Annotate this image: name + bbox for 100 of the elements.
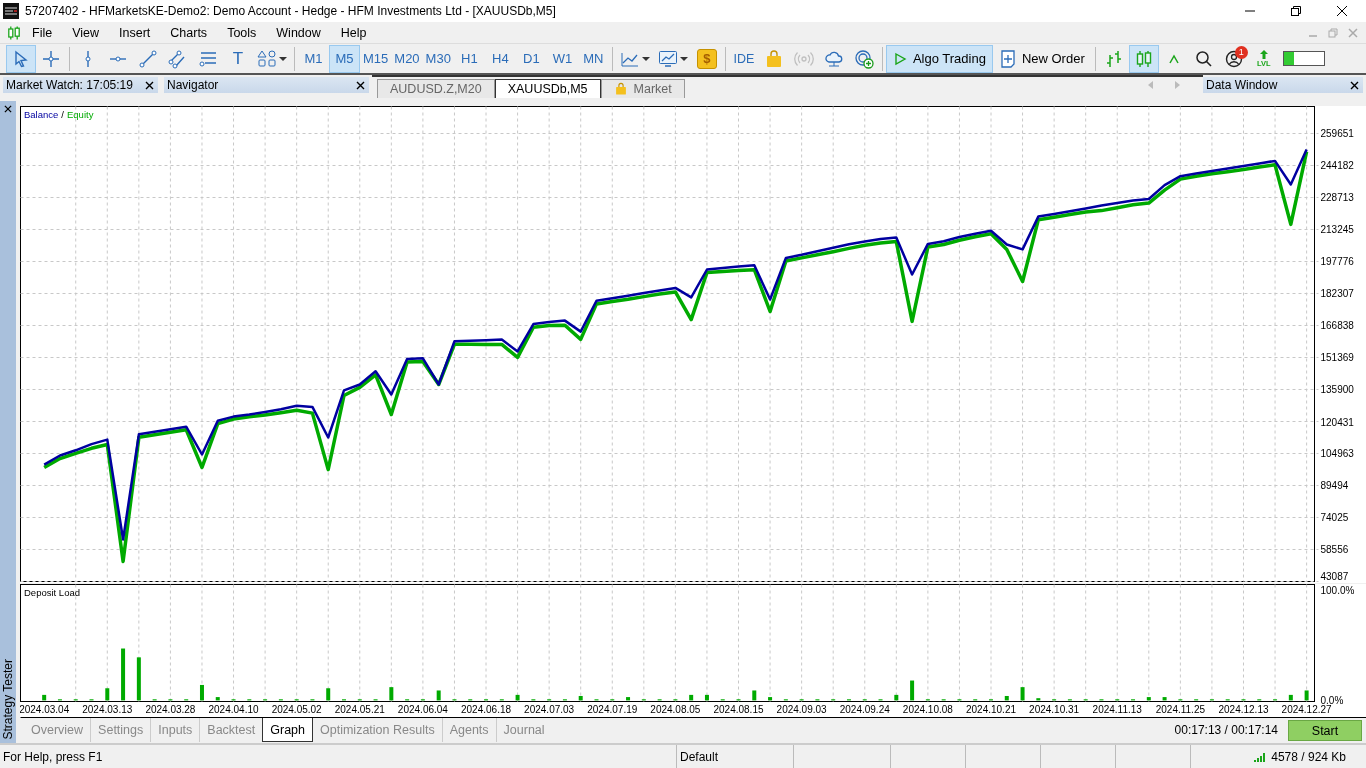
chart-tab[interactable]: XAUUSDb,M5 (494, 79, 601, 98)
load-bar (626, 697, 631, 701)
restore-icon[interactable] (1290, 5, 1302, 17)
axis-label: 135900 (1320, 384, 1354, 396)
horizontal-line-icon (110, 55, 126, 62)
monitor-chart-icon (657, 48, 678, 69)
axis-label: 89494 (1320, 480, 1349, 492)
load-bar (1020, 687, 1025, 701)
axis-label: 244182 (1320, 160, 1354, 172)
close-icon[interactable] (1336, 5, 1348, 17)
axis-label: 120431 (1320, 416, 1354, 428)
timeframe-button[interactable]: W1 (546, 44, 578, 73)
tester-tab[interactable]: Agents (441, 718, 496, 742)
chart-tab[interactable]: Market (600, 79, 685, 98)
axis-label: 182307 (1320, 288, 1354, 300)
tester-tab[interactable]: Settings (90, 718, 151, 742)
axis-label: 43087 (1320, 570, 1349, 582)
timeframe-button[interactable]: M5 (329, 44, 360, 73)
axis-label: 2024.04.10 (208, 703, 259, 715)
menu-item[interactable]: Charts (160, 25, 218, 40)
caret-icon (279, 54, 287, 63)
close-icon[interactable] (4, 105, 12, 113)
account-button[interactable]: 1 (1218, 44, 1249, 73)
timeframe-button[interactable]: M15 (360, 44, 392, 73)
timeframe-button[interactable]: H1 (453, 44, 485, 73)
load-bar (894, 694, 899, 701)
load-bar (42, 694, 47, 701)
axis-label: 104963 (1320, 448, 1354, 460)
candlestick-icon (6, 24, 22, 41)
document-plus-icon (999, 49, 1016, 68)
start-button[interactable]: Start (1288, 720, 1362, 741)
timeframe-button[interactable]: H4 (484, 44, 516, 73)
text-tool-label: T (232, 48, 244, 69)
axis-label: 2024.06.04 (397, 703, 448, 715)
axis-label: 197776 (1320, 256, 1354, 268)
timeframe-button[interactable]: D1 (515, 44, 547, 73)
tester-tab[interactable]: Inputs (150, 718, 200, 742)
axis-label: 2024.10.21 (965, 703, 1017, 715)
crosshair-icon (41, 48, 61, 69)
axis-label: 2024.08.15 (713, 703, 764, 715)
tester-tab[interactable]: Journal (495, 718, 552, 742)
menu-item[interactable]: Insert (109, 25, 161, 40)
timeframe-button[interactable]: MN (577, 44, 609, 73)
app-logo-icon (3, 3, 19, 19)
algo-trading-button[interactable]: Algo Trading (885, 44, 993, 73)
tool-button[interactable]: T (223, 44, 253, 73)
signal-bars-icon (1254, 751, 1267, 762)
profile-name: Default (677, 745, 794, 768)
menu-item[interactable]: Window (266, 25, 331, 40)
menu-item[interactable]: File (22, 25, 63, 40)
axis-label: 58556 (1320, 544, 1349, 556)
chart-button[interactable]: $ (691, 44, 722, 73)
load-bar (105, 688, 110, 701)
shapes-icon (257, 48, 277, 69)
load-bar (436, 690, 441, 701)
axis-label: 2024.09.24 (839, 703, 890, 715)
menu-item[interactable]: Tools (217, 25, 267, 40)
axis-label: 2024.07.03 (524, 703, 575, 715)
load-bar (1146, 697, 1151, 701)
tool-button[interactable] (6, 44, 36, 73)
panel-title: Market Watch: 17:05:19 (6, 78, 133, 92)
axis-label: 2024.07.19 (587, 703, 638, 715)
axis-label: 2024.09.03 (776, 703, 827, 715)
tester-tab[interactable]: Graph (262, 718, 313, 742)
load-bar (389, 687, 394, 701)
menu-item[interactable]: View (62, 25, 110, 40)
menu-item[interactable]: Help (330, 25, 377, 40)
panel-title: Navigator (167, 78, 219, 92)
load-bar (689, 694, 694, 701)
close-icon[interactable] (145, 80, 154, 90)
caret-icon (641, 54, 650, 63)
play-icon (892, 51, 907, 66)
close-icon[interactable] (1350, 80, 1359, 90)
tester-tab[interactable]: Overview (24, 718, 91, 742)
up-arrow-icon (1258, 49, 1269, 59)
chart-tab[interactable]: AUDUSD.Z,M20 (377, 79, 495, 98)
new-order-button[interactable]: New Order (992, 44, 1092, 73)
axis-label: 213245 (1320, 224, 1354, 236)
axis-label: 2024.11.13 (1092, 703, 1142, 715)
load-bar (578, 696, 583, 701)
axis-label: 2024.08.05 (650, 703, 701, 715)
axis-label: 259651 (1320, 128, 1354, 140)
caret-icon (679, 54, 688, 63)
timeframe-button[interactable]: M20 (391, 44, 423, 73)
timeframe-button[interactable]: M30 (422, 44, 454, 73)
chart-type-button[interactable] (1128, 44, 1159, 73)
axis-label: 151369 (1320, 352, 1354, 364)
tester-tab[interactable]: Optimization Results (313, 718, 442, 742)
dollar-icon: $ (696, 48, 717, 69)
service-button[interactable]: IDE (728, 44, 759, 73)
window-title: 57207402 - HFMarketsKE-Demo2: Demo Account - Hedge - HFM Investments Ltd - [XAUUSDb,M5] (25, 4, 556, 18)
status-text: For Help, press F1 (0, 745, 677, 768)
axis-label: 2024.10.08 (902, 703, 953, 715)
panel-title: Data Window (1206, 78, 1278, 92)
chart-title: Deposit Load (24, 587, 80, 598)
search-icon (1194, 49, 1213, 68)
close-icon[interactable] (356, 80, 365, 90)
load-bar (326, 688, 331, 701)
timeframe-button[interactable]: M1 (298, 44, 329, 73)
legend-label: Balance (24, 109, 59, 120)
